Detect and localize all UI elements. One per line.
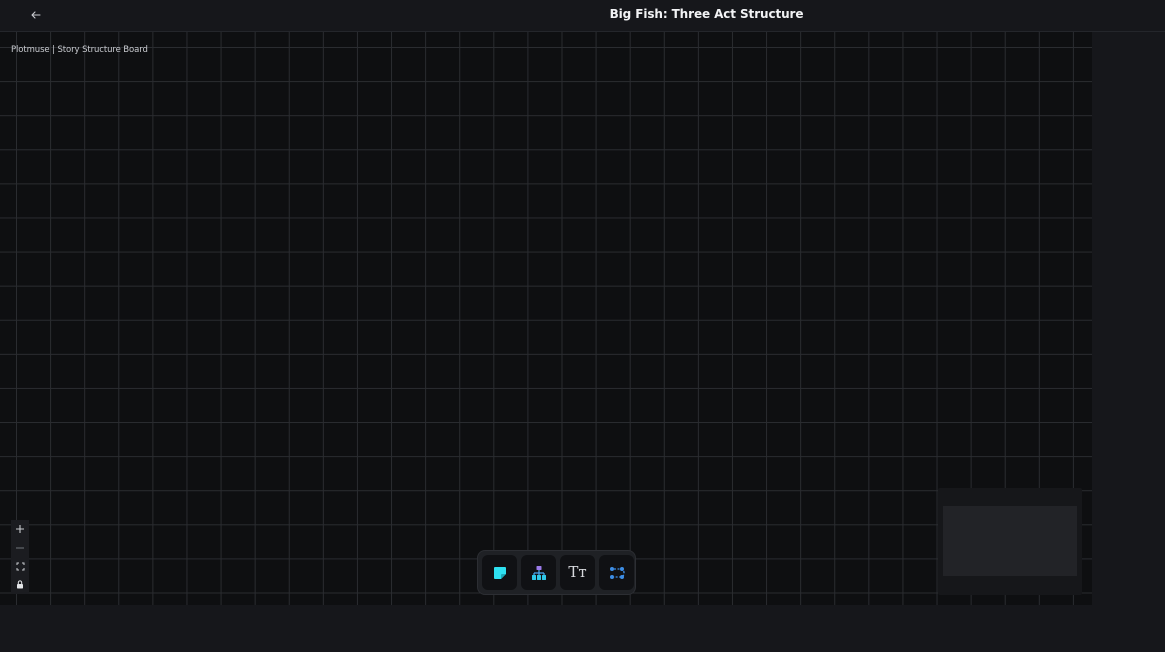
fit-view-icon: [16, 562, 24, 571]
hierarchy-tool[interactable]: [521, 555, 556, 590]
connector-tool[interactable]: [599, 555, 634, 590]
sticky-note-tool[interactable]: [482, 555, 517, 590]
lock-button[interactable]: [11, 576, 29, 595]
zoom-controls: [11, 520, 29, 594]
fit-view-button[interactable]: [11, 557, 29, 576]
bottom-strip: [0, 605, 1165, 652]
zoom-out-icon: [16, 547, 24, 549]
text-tool[interactable]: Tт: [560, 555, 595, 590]
page-title: Big Fish: Three Act Structure: [609, 7, 804, 21]
top-bar: Big Fish: Three Act Structure: [0, 0, 1165, 32]
zoom-in-icon: [16, 525, 24, 534]
hierarchy-icon: [531, 565, 546, 580]
zoom-out-button[interactable]: [11, 539, 29, 558]
minimap[interactable]: [938, 488, 1082, 595]
flow-connector-icon: [609, 566, 625, 579]
lock-icon: [17, 580, 23, 589]
board-label: Plotmuse | Story Structure Board: [11, 45, 148, 55]
zoom-in-button[interactable]: [11, 520, 29, 539]
creation-toolbar: Tт: [477, 550, 636, 595]
text-icon: Tт: [568, 563, 587, 581]
sticky-note-icon: [493, 566, 506, 579]
minimap-viewport[interactable]: [943, 506, 1077, 576]
right-side-panel: [1092, 32, 1165, 605]
story-board-canvas[interactable]: Plotmuse | Story Structure Board Tт: [0, 32, 1092, 605]
